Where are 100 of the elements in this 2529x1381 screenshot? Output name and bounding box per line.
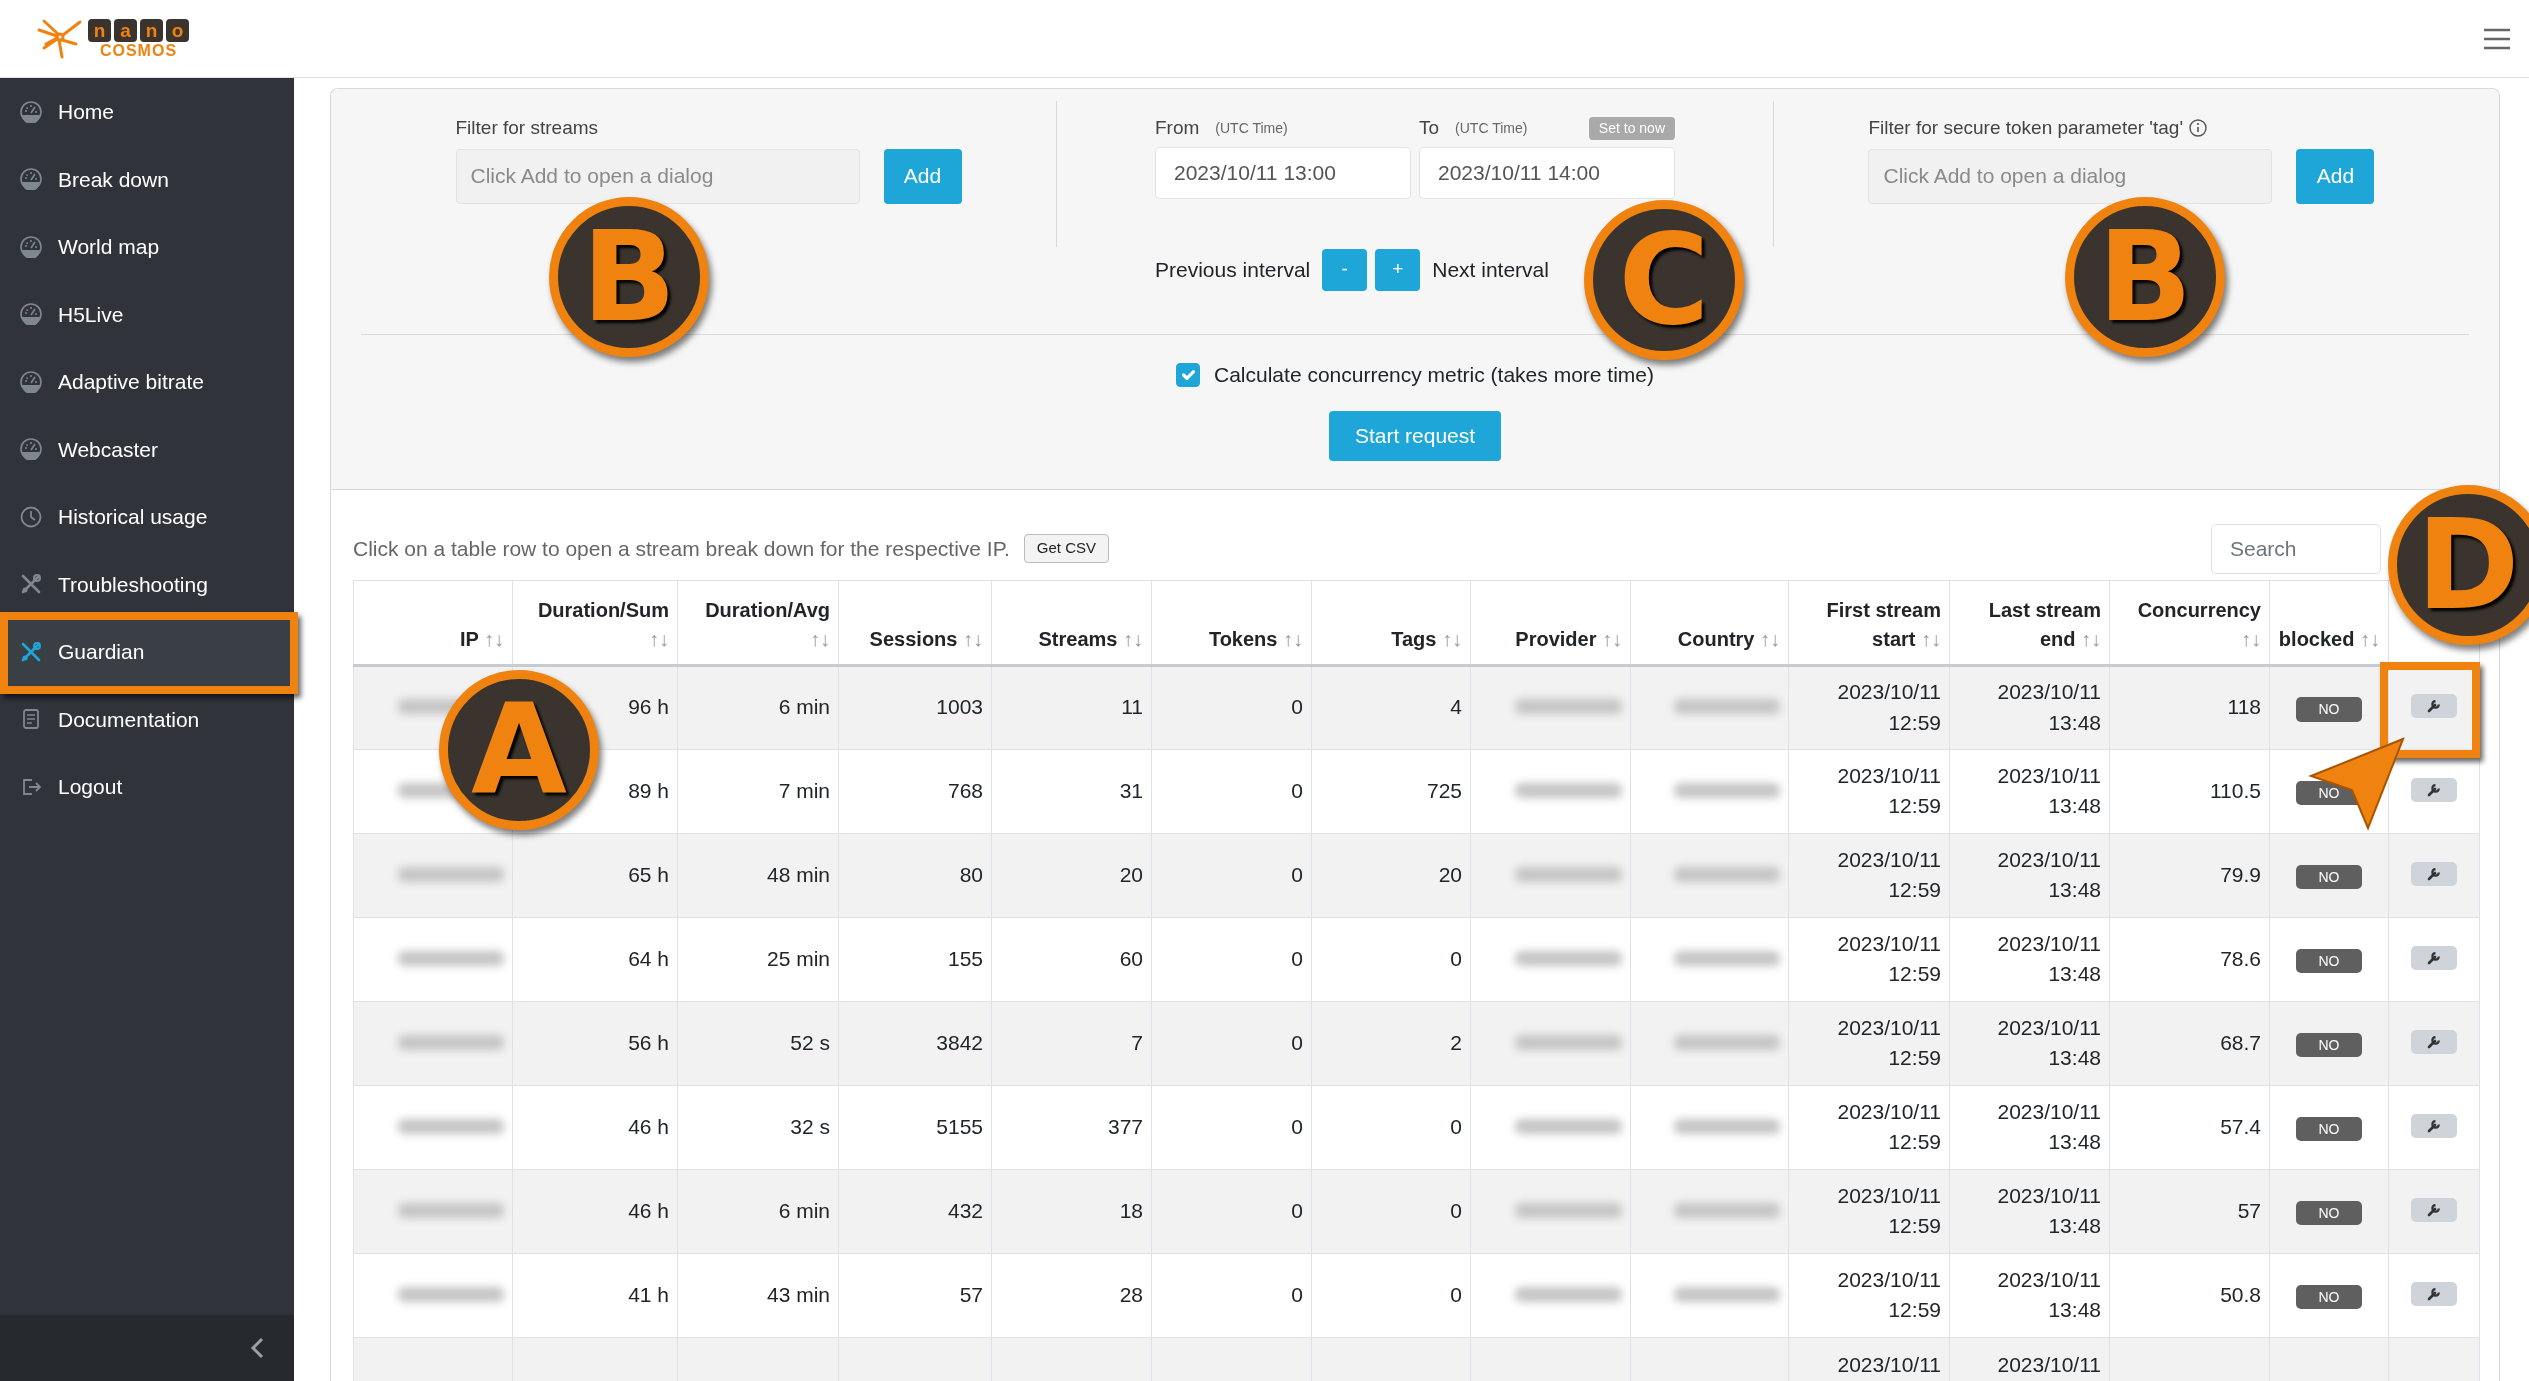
table-cell: 0 [1311,1253,1471,1337]
document-icon [20,708,42,731]
table-cell: 46 h [512,1085,678,1169]
table-cell: 2023/10/11 13:48 [1949,1253,2110,1337]
wrench-icon [2426,1201,2442,1218]
sidebar-item[interactable]: Historical usage [0,483,294,551]
wrench-button[interactable] [2411,1029,2457,1054]
tools-icon [20,573,42,596]
table-cell: 2023/10/11 13:48 [1949,833,2110,917]
table-cell: 0 [1151,1085,1312,1169]
sidebar-item[interactable]: H5Live [0,280,294,348]
menu-icon[interactable] [2483,27,2511,50]
blocked-badge: NO [2296,864,2362,890]
sidebar-item[interactable]: Webcaster [0,415,294,483]
blocked-badge: NO [2296,1032,2362,1058]
table-cell: 64 h [512,917,678,1001]
blocked-badge: NO [2296,697,2362,722]
sidebar-item[interactable]: Home [0,78,294,146]
gauge-icon [20,438,42,461]
filter-input[interactable]: Click Add to open a dialog [455,148,860,204]
wrench-button[interactable] [2411,694,2457,719]
table-cell: 155 [838,917,992,1001]
table-cell: 2023/10/11 13:48 [1949,665,2110,749]
table-cell: 7 [991,1001,1152,1085]
table-cell: 377 [991,1085,1152,1169]
table-cell: 52 s [677,1001,839,1085]
table-cell: 43 min [677,1253,839,1337]
table-cell: 48 min [677,833,839,917]
table-cell: 2023/10/11 [1788,1337,1950,1381]
table-cell: 110.5 [2109,749,2270,833]
blocked-badge: NO [2296,1284,2362,1310]
table-cell: 2023/10/11 12:59 [1788,1169,1950,1253]
date-input[interactable]: 2023/10/11 13:00 [1155,146,1411,199]
table-cell: 1003 [838,665,992,749]
table-cell: 6 min [677,1169,839,1253]
sidebar-item[interactable]: Adaptive bitrate [0,348,294,416]
table-cell: 2023/10/11 13:48 [1949,917,2110,1001]
table-cell: 725 [1311,749,1471,833]
table-cell: 0 [1311,917,1471,1001]
blocked-badge: NO [2296,1200,2362,1226]
table-cell: 0 [1311,1169,1471,1253]
gauge-icon [20,370,42,393]
sidebar-item[interactable]: Break down [0,145,294,213]
table-cell: 3842 [838,1001,992,1085]
table-cell: 0 [1151,665,1312,749]
gauge-icon [20,100,42,123]
logo-letter: n [140,18,163,42]
info-icon[interactable] [2189,119,2208,138]
table-cell: 57 [838,1253,992,1337]
table-cell: 6 min [677,665,839,749]
filter-label: Filter for secure token parameter 'tag' [1868,116,2184,140]
wrench-button[interactable] [2411,1281,2457,1306]
gauge-icon [20,303,42,326]
sidebar-item[interactable]: Documentation [0,685,294,753]
collapse-chevron-icon[interactable] [250,1337,264,1359]
gauge-icon [20,168,42,191]
field-label: From [1155,116,1200,140]
table-cell: 56 h [512,1001,678,1085]
table-cell: 57 [2109,1169,2270,1253]
table-cell: 28 [991,1253,1152,1337]
table-cell: 768 [838,749,992,833]
concurrency-checkbox[interactable] [1176,362,1200,387]
table-cell: 5155 [838,1085,992,1169]
wrench-button[interactable] [2411,945,2457,970]
get-csv-button[interactable]: Get CSV [1023,534,1109,563]
table-cell: 50.8 [2109,1253,2270,1337]
sidebar-item[interactable]: Troubleshooting [0,550,294,618]
wrench-icon [2426,1033,2442,1050]
table-cell: 0 [1151,917,1312,1001]
table-cell: 78.6 [2109,917,2270,1001]
sidebar-item[interactable]: World map [0,213,294,281]
wrench-icon [2426,698,2442,715]
gauge-icon [20,235,42,258]
table-cell: 2023/10/11 12:59 [1788,917,1950,1001]
table-cell: 2023/10/11 [1949,1337,2110,1381]
wrench-button[interactable] [2411,1113,2457,1138]
wrench-button[interactable] [2411,1197,2457,1222]
table-cell: 0 [1311,1085,1471,1169]
table-hint: Click on a table row to open a stream break down for the respective IP. [353,535,1010,562]
table-cell: 2023/10/11 12:59 [1788,1085,1950,1169]
filter-input[interactable]: Click Add to open a dialog [1868,148,2273,204]
search-field[interactable]: Search [2211,523,2381,574]
interval-label: Next interval [1432,256,1549,283]
table-cell: 0 [1151,1001,1312,1085]
sidebar-item[interactable]: Logout [0,753,294,821]
wrench-button[interactable] [2411,777,2457,802]
table-cell: 118 [2109,665,2270,749]
table-cell: 57.4 [2109,1085,2270,1169]
date-input[interactable]: 2023/10/11 14:00 [1419,146,1675,199]
tools-icon [20,640,42,663]
table-cell: 2023/10/11 13:48 [1949,1001,2110,1085]
table-cell: 31 [991,749,1152,833]
table-cell: 2023/10/11 13:48 [1949,749,2110,833]
table-cell: 79.9 [2109,833,2270,917]
field-hint: (UTC Time) [1215,118,1288,138]
logo-text: COSMOS [99,42,178,59]
table-cell: 0 [1151,1169,1312,1253]
wrench-button[interactable] [2411,861,2457,886]
table-cell: 0 [1151,1253,1312,1337]
table-cell: 11 [991,665,1152,749]
